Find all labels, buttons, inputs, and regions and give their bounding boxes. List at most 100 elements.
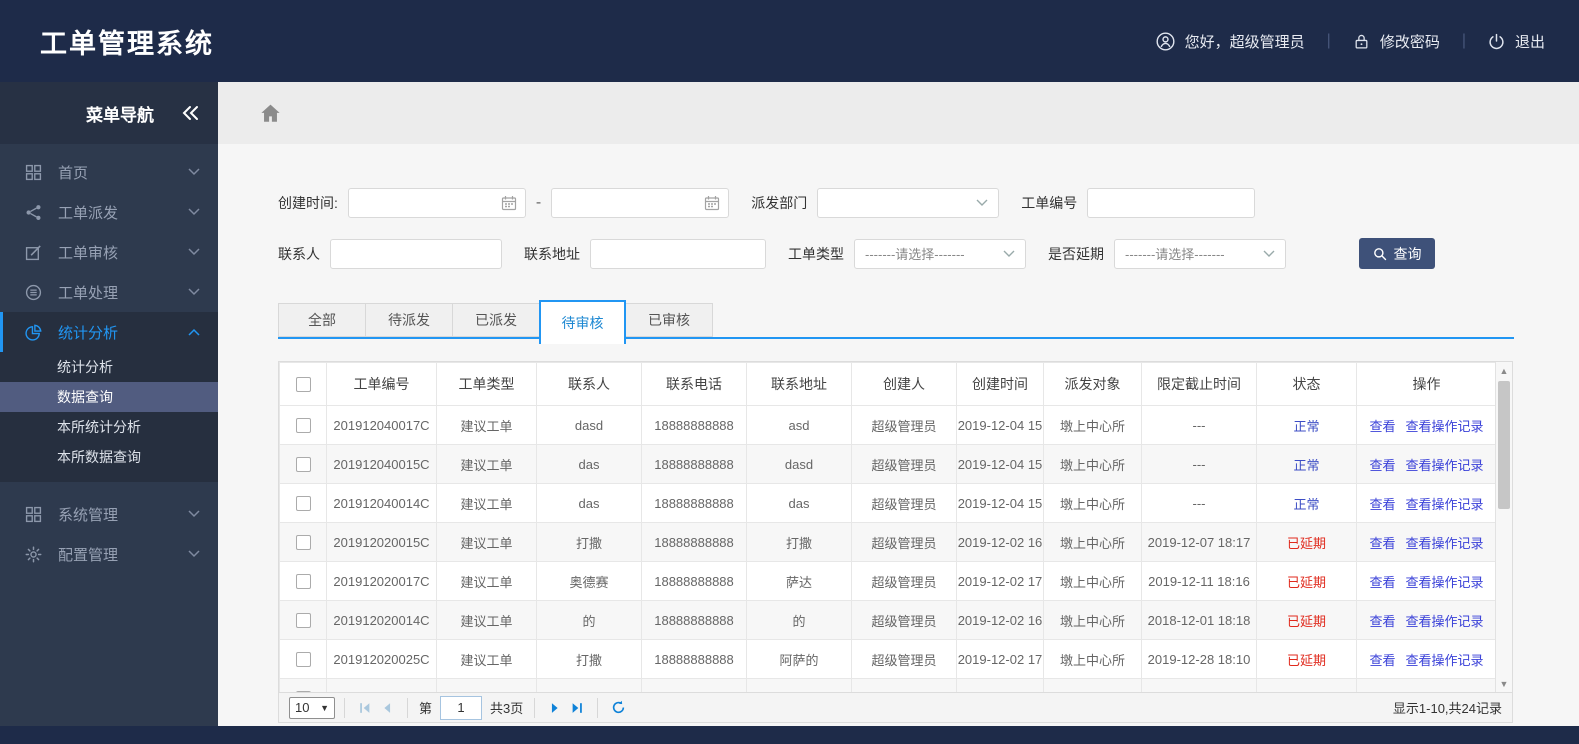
- row-checkbox-cell: [279, 522, 327, 562]
- row-checkbox[interactable]: [295, 652, 311, 668]
- scrollbar-thumb[interactable]: [1498, 381, 1510, 509]
- last-page-icon[interactable]: [566, 697, 588, 719]
- contact-input[interactable]: [330, 238, 502, 269]
- cell-contact: dasd: [536, 405, 642, 445]
- sidebar-item-config[interactable]: 配置管理: [0, 534, 218, 574]
- sidebar-item-system[interactable]: 系统管理: [0, 494, 218, 534]
- cell-status: 已延期: [1256, 639, 1357, 679]
- tab-pending-review[interactable]: 待审核: [539, 300, 626, 344]
- change-password-link[interactable]: 修改密码: [1353, 31, 1440, 52]
- first-page-icon[interactable]: [354, 697, 376, 719]
- create-time-end-input[interactable]: [551, 188, 730, 218]
- select-all-checkbox[interactable]: [295, 377, 311, 393]
- table-clip: 工单编号 工单类型 联系人 联系电话 联系地址 创建人 创建时间 派发对象 限定…: [279, 362, 1496, 692]
- cell-type: 建议工单: [436, 639, 537, 679]
- search-button[interactable]: 查询: [1359, 238, 1435, 269]
- row-checkbox-cell: [279, 639, 327, 679]
- cell-actions: 查看 查看操作记录: [1356, 639, 1496, 679]
- cell-created: 2019-12-02 17: [956, 561, 1044, 601]
- date-range-separator: -: [535, 194, 542, 211]
- dispatch-dept-select[interactable]: [817, 188, 1000, 218]
- table-row: 201912020017C 建议工单 奥德赛 18888888888 萨达 超级管理员 20…: [279, 561, 1496, 601]
- scroll-up-button[interactable]: ▲: [1496, 362, 1512, 379]
- view-link[interactable]: 查看: [1369, 575, 1395, 590]
- sidebar-item-home[interactable]: 首页: [0, 152, 218, 192]
- tab-pending-dispatch[interactable]: 待派发: [365, 303, 452, 337]
- order-type-select[interactable]: -------请选择-------: [854, 238, 1026, 269]
- sidebar-item-process[interactable]: 工单处理: [0, 272, 218, 312]
- table-scrollbar[interactable]: ▲ ▼: [1495, 362, 1512, 692]
- prev-page-icon[interactable]: [376, 697, 398, 719]
- next-page-icon[interactable]: [544, 697, 566, 719]
- view-link[interactable]: 查看: [1369, 536, 1395, 551]
- cell-type: 建议工单: [436, 405, 537, 445]
- view-link[interactable]: 查看: [1369, 497, 1395, 512]
- column-header: 工单类型: [436, 362, 537, 406]
- cell-phone: 18888888888: [641, 405, 747, 445]
- refresh-icon[interactable]: [607, 697, 629, 719]
- sidebar-item-statistics[interactable]: 统计分析: [0, 312, 218, 352]
- calendar-icon: [501, 195, 517, 211]
- sidebar-item-label: 系统管理: [58, 506, 119, 524]
- cell-status: 正常: [1256, 405, 1357, 445]
- cell-address: 阿萨的: [746, 639, 852, 679]
- delay-select[interactable]: -------请选择-------: [1114, 238, 1286, 269]
- cell-actions: 查看 查看操作记录: [1356, 600, 1496, 640]
- column-header: 创建人: [851, 362, 957, 406]
- home-icon[interactable]: [260, 104, 281, 123]
- cell-empty: [436, 678, 537, 692]
- cell-phone: 18888888888: [641, 561, 747, 601]
- submenu-item-data-query[interactable]: 数据查询: [0, 382, 218, 412]
- cell-phone: 18888888888: [641, 600, 747, 640]
- tab-all[interactable]: 全部: [278, 303, 365, 337]
- cell-status: 正常: [1256, 444, 1357, 484]
- view-log-link[interactable]: 查看操作记录: [1406, 458, 1484, 473]
- page-size-select[interactable]: 10 ▼: [289, 696, 335, 719]
- tab-dispatched[interactable]: 已派发: [452, 303, 539, 337]
- view-link[interactable]: 查看: [1369, 458, 1395, 473]
- row-checkbox[interactable]: [295, 457, 311, 473]
- table-row-partial: [279, 678, 1496, 692]
- row-checkbox[interactable]: [295, 691, 311, 692]
- view-log-link[interactable]: 查看操作记录: [1406, 653, 1484, 668]
- row-checkbox[interactable]: [295, 418, 311, 434]
- sidebar-item-review[interactable]: 工单审核: [0, 232, 218, 272]
- row-checkbox[interactable]: [295, 535, 311, 551]
- submenu-item-local-statistics[interactable]: 本所统计分析: [0, 412, 218, 442]
- submenu-item-local-data-query[interactable]: 本所数据查询: [0, 442, 218, 472]
- view-log-link[interactable]: 查看操作记录: [1406, 497, 1484, 512]
- cell-creator: 超级管理员: [851, 444, 957, 484]
- cell-empty: [956, 678, 1044, 692]
- view-log-link[interactable]: 查看操作记录: [1406, 614, 1484, 629]
- view-link[interactable]: 查看: [1369, 614, 1395, 629]
- column-header: 联系地址: [746, 362, 852, 406]
- row-checkbox[interactable]: [295, 574, 311, 590]
- row-checkbox[interactable]: [295, 496, 311, 512]
- cell-deadline: ---: [1141, 405, 1257, 445]
- cell-creator: 超级管理员: [851, 522, 957, 562]
- cell-empty: [1141, 678, 1257, 692]
- page-number-input[interactable]: [440, 695, 483, 720]
- gear-icon: [25, 546, 43, 563]
- user-greeting[interactable]: 您好，超级管理员: [1156, 31, 1305, 52]
- create-time-start-input[interactable]: [347, 188, 526, 218]
- view-link[interactable]: 查看: [1369, 419, 1395, 434]
- scroll-down-button[interactable]: ▼: [1496, 675, 1512, 692]
- user-icon: [1156, 31, 1175, 51]
- submenu-item-statistics[interactable]: 统计分析: [0, 352, 218, 382]
- chevron-down-icon: [1263, 250, 1275, 258]
- cell-address: 萨达: [746, 561, 852, 601]
- view-log-link[interactable]: 查看操作记录: [1406, 419, 1484, 434]
- sidebar-collapse-button[interactable]: [180, 105, 200, 121]
- sidebar-item-dispatch[interactable]: 工单派发: [0, 192, 218, 232]
- view-log-link[interactable]: 查看操作记录: [1406, 536, 1484, 551]
- logout-link[interactable]: 退出: [1488, 31, 1545, 52]
- cell-empty: [851, 678, 957, 692]
- view-link[interactable]: 查看: [1369, 653, 1395, 668]
- sidebar-submenu: 统计分析 数据查询 本所统计分析 本所数据查询: [0, 352, 218, 482]
- row-checkbox[interactable]: [295, 613, 311, 629]
- address-input[interactable]: [590, 238, 766, 269]
- view-log-link[interactable]: 查看操作记录: [1406, 575, 1484, 590]
- tab-reviewed[interactable]: 已审核: [626, 303, 713, 337]
- order-no-input[interactable]: [1087, 188, 1256, 218]
